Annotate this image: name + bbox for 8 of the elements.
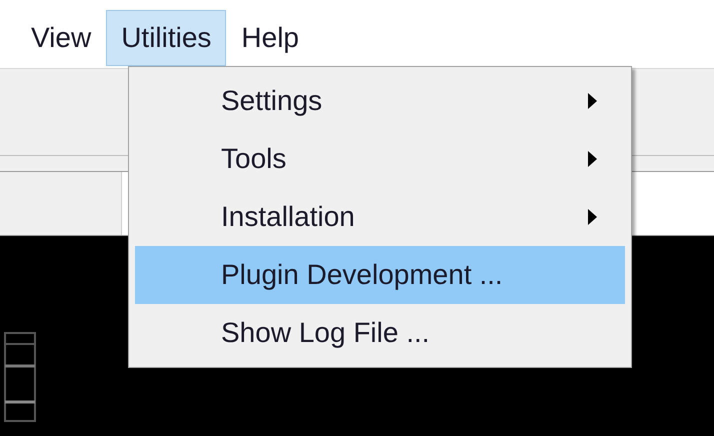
menu-bar-item[interactable]: View	[16, 10, 106, 66]
menu-bar-item[interactable]: Utilities	[106, 10, 226, 66]
menu-item[interactable]: Tools	[135, 130, 625, 188]
menu-item[interactable]: Plugin Development ...	[135, 246, 625, 304]
menu-item[interactable]: Settings	[135, 72, 625, 130]
menu-item[interactable]: Installation	[135, 188, 625, 246]
menu-bar-item[interactable]: Help	[226, 10, 314, 66]
menu-item[interactable]: Show Log File ...	[135, 304, 625, 362]
